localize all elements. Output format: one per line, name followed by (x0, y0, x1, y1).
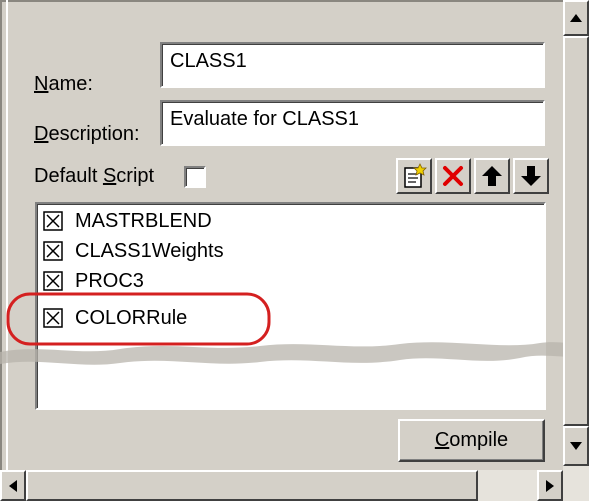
scroll-right-button[interactable] (537, 470, 563, 501)
compile-button[interactable]: Compile (398, 419, 545, 462)
torn-edge-shadow (0, 342, 589, 365)
scroll-up-button[interactable] (563, 0, 589, 36)
scroll-left-button[interactable] (0, 470, 26, 501)
compile-button-accelerator: C (434, 429, 450, 451)
arrow-left-icon (9, 479, 17, 492)
horizontal-scroll-thumb[interactable] (26, 470, 478, 501)
vertical-scroll-thumb[interactable] (563, 36, 589, 426)
arrow-right-icon (546, 479, 554, 492)
scroll-down-button[interactable] (563, 426, 589, 466)
compile-button-label: ompile (449, 429, 509, 451)
arrow-up-icon (570, 14, 582, 22)
arrow-down-icon (570, 442, 582, 450)
highlight-ellipse (6, 292, 271, 346)
